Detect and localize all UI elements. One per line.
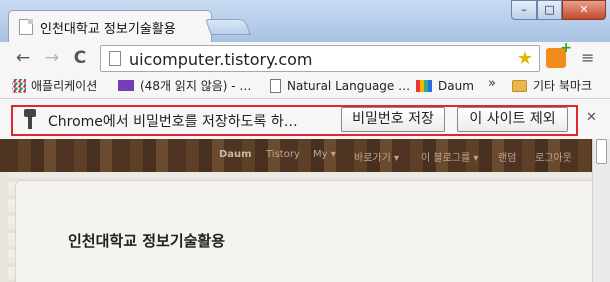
blog-header-panel: 인천대학교 정보기술활용: [15, 180, 592, 282]
bookmark-mail[interactable]: (48개 읽지 않음) - …: [118, 77, 251, 95]
close-window-button[interactable]: ✕: [562, 0, 606, 20]
bookmark-label: (48개 읽지 않음) - …: [140, 79, 252, 93]
browser-toolbar: ← → C uicomputer.tistory.com ★ ≡: [0, 40, 610, 73]
bookmark-natural-language[interactable]: Natural Language …: [270, 77, 410, 95]
tab-title: 인천대학교 정보기술활용: [40, 22, 176, 37]
bookmark-label: 기타 북마크: [533, 79, 593, 93]
bookmark-other-folder[interactable]: 기타 북마크: [512, 77, 592, 95]
bookmark-daum[interactable]: Daum: [416, 77, 474, 95]
bookmark-label: Natural Language …: [287, 79, 411, 93]
rss-extension-icon[interactable]: [546, 40, 572, 68]
reload-button[interactable]: C: [71, 49, 89, 67]
address-bar[interactable]: uicomputer.tistory.com ★: [100, 45, 540, 72]
page-icon: [109, 51, 121, 66]
bookmark-label: Daum: [438, 79, 474, 93]
mail-icon: [118, 80, 134, 91]
save-password-button[interactable]: 비밀번호 저장: [341, 107, 445, 132]
page-scrollbar[interactable]: [592, 139, 610, 282]
minimize-button[interactable]: –: [511, 0, 537, 20]
apps-grid-icon: [12, 79, 26, 93]
blog-nav-bar: Daum Tistory My ▾ 바로가기 ▾ 이 블로그를 ▾ 랜덤 로그아…: [0, 139, 592, 172]
blog-background: 인천대학교 정보기술활용: [8, 172, 592, 282]
url-text[interactable]: uicomputer.tistory.com: [129, 50, 313, 69]
nav-item-shortcuts[interactable]: 바로가기 ▾: [354, 149, 399, 164]
save-password-infobar: Chrome에서 비밀번호를 저장하도록 하… 비밀번호 저장 이 사이트 제외…: [0, 99, 610, 139]
page-icon: [270, 79, 281, 93]
bookmarks-overflow-chevron[interactable]: »: [488, 76, 496, 91]
nav-item-logout[interactable]: 로그아웃: [535, 149, 572, 164]
daum-icon: [416, 80, 432, 92]
bookmarks-bar: 애플리케이션 (48개 읽지 않음) - … Natural Language …: [0, 73, 610, 99]
infobar-close-icon[interactable]: ✕: [586, 110, 597, 125]
bookmark-label: 애플리케이션: [31, 79, 98, 93]
scrollbar-thumb[interactable]: [596, 139, 607, 164]
nav-item-daum[interactable]: Daum: [219, 149, 252, 160]
nav-item-tistory[interactable]: Tistory: [266, 149, 300, 160]
nav-item-random[interactable]: 랜덤: [498, 149, 516, 164]
bookmark-star-icon[interactable]: ★: [517, 48, 533, 69]
bookmark-apps[interactable]: 애플리케이션: [12, 77, 97, 95]
page-favicon-icon: [19, 19, 33, 35]
maximize-button[interactable]: □: [537, 0, 562, 20]
folder-icon: [512, 80, 527, 92]
browser-tab[interactable]: 인천대학교 정보기술활용: [8, 10, 212, 42]
chrome-menu-icon[interactable]: ≡: [581, 48, 594, 67]
never-for-site-button[interactable]: 이 사이트 제외: [457, 107, 568, 132]
nav-item-my[interactable]: My ▾: [313, 149, 336, 160]
forward-button[interactable]: →: [43, 49, 61, 67]
nav-item-this-blog[interactable]: 이 블로그를 ▾: [421, 149, 478, 164]
key-icon: [24, 109, 36, 131]
infobar-message: Chrome에서 비밀번호를 저장하도록 하…: [48, 114, 298, 130]
blog-title[interactable]: 인천대학교 정보기술활용: [68, 230, 225, 251]
new-tab-button[interactable]: [205, 19, 251, 35]
back-button[interactable]: ←: [14, 49, 32, 67]
window-titlebar: 인천대학교 정보기술활용 – □ ✕: [0, 0, 610, 42]
page-content: Daum Tistory My ▾ 바로가기 ▾ 이 블로그를 ▾ 랜덤 로그아…: [0, 139, 610, 282]
